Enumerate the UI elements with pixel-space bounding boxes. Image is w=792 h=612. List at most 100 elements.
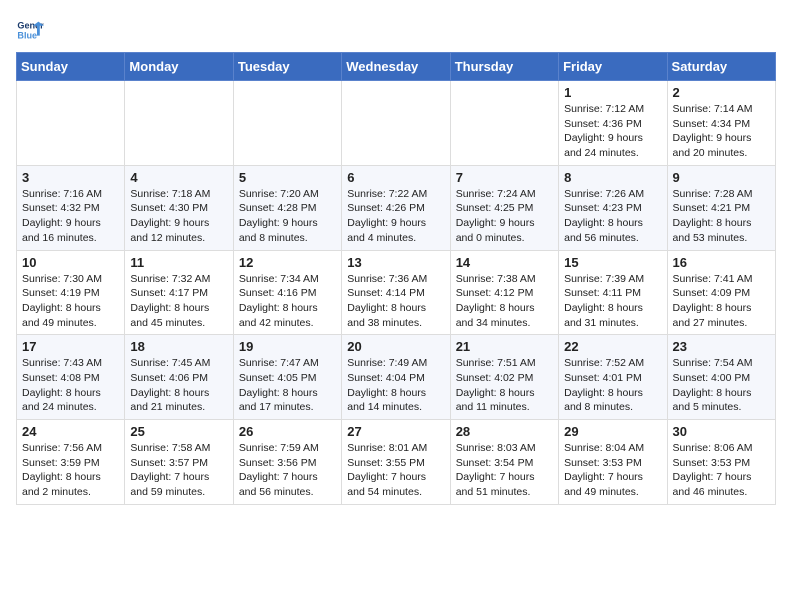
day-detail: Sunrise: 7:52 AM Sunset: 4:01 PM Dayligh… bbox=[564, 356, 661, 415]
day-number: 18 bbox=[130, 339, 227, 354]
day-number: 22 bbox=[564, 339, 661, 354]
calendar-cell: 11 Sunrise: 7:32 AM Sunset: 4:17 PM Dayli… bbox=[125, 250, 233, 335]
day-number: 19 bbox=[239, 339, 336, 354]
calendar-cell: 21 Sunrise: 7:51 AM Sunset: 4:02 PM Dayli… bbox=[450, 335, 558, 420]
day-number: 15 bbox=[564, 255, 661, 270]
calendar-cell: 7 Sunrise: 7:24 AM Sunset: 4:25 PM Daylig… bbox=[450, 165, 558, 250]
calendar-cell: 25 Sunrise: 7:58 AM Sunset: 3:57 PM Dayli… bbox=[125, 420, 233, 505]
calendar-week-row: 24Sunrise: 7:56 AM Sunset: 3:59 PM Dayli… bbox=[17, 420, 776, 505]
day-number: 20 bbox=[347, 339, 444, 354]
day-of-week-header: Monday bbox=[125, 53, 233, 81]
day-number: 6 bbox=[347, 170, 444, 185]
calendar-cell bbox=[17, 81, 125, 166]
calendar-cell: 28 Sunrise: 8:03 AM Sunset: 3:54 PM Dayli… bbox=[450, 420, 558, 505]
day-detail: Sunrise: 7:18 AM Sunset: 4:30 PM Dayligh… bbox=[130, 187, 227, 246]
calendar-header-row: SundayMondayTuesdayWednesdayThursdayFrid… bbox=[17, 53, 776, 81]
day-number: 27 bbox=[347, 424, 444, 439]
calendar-cell: 27 Sunrise: 8:01 AM Sunset: 3:55 PM Dayli… bbox=[342, 420, 450, 505]
day-detail: Sunrise: 7:39 AM Sunset: 4:11 PM Dayligh… bbox=[564, 272, 661, 331]
logo-icon: General Blue bbox=[16, 16, 44, 44]
day-detail: Sunrise: 8:01 AM Sunset: 3:55 PM Dayligh… bbox=[347, 441, 444, 500]
day-detail: Sunrise: 7:24 AM Sunset: 4:25 PM Dayligh… bbox=[456, 187, 553, 246]
calendar-cell: 13Sunrise: 7:36 AM Sunset: 4:14 PM Dayli… bbox=[342, 250, 450, 335]
day-of-week-header: Sunday bbox=[17, 53, 125, 81]
calendar-cell: 20 Sunrise: 7:49 AM Sunset: 4:04 PM Dayli… bbox=[342, 335, 450, 420]
day-number: 29 bbox=[564, 424, 661, 439]
day-of-week-header: Wednesday bbox=[342, 53, 450, 81]
calendar-cell: 4 Sunrise: 7:18 AM Sunset: 4:30 PM Daylig… bbox=[125, 165, 233, 250]
calendar-cell bbox=[342, 81, 450, 166]
day-number: 3 bbox=[22, 170, 119, 185]
day-detail: Sunrise: 7:47 AM Sunset: 4:05 PM Dayligh… bbox=[239, 356, 336, 415]
day-number: 23 bbox=[673, 339, 770, 354]
day-number: 16 bbox=[673, 255, 770, 270]
calendar-cell: 17 Sunrise: 7:43 AM Sunset: 4:08 PM Dayli… bbox=[17, 335, 125, 420]
day-detail: Sunrise: 7:38 AM Sunset: 4:12 PM Dayligh… bbox=[456, 272, 553, 331]
day-number: 7 bbox=[456, 170, 553, 185]
day-number: 12 bbox=[239, 255, 336, 270]
calendar-cell bbox=[450, 81, 558, 166]
day-number: 26 bbox=[239, 424, 336, 439]
day-detail: Sunrise: 7:22 AM Sunset: 4:26 PM Dayligh… bbox=[347, 187, 444, 246]
day-of-week-header: Saturday bbox=[667, 53, 775, 81]
calendar-cell: 24Sunrise: 7:56 AM Sunset: 3:59 PM Dayli… bbox=[17, 420, 125, 505]
day-detail: Sunrise: 7:12 AM Sunset: 4:36 PM Dayligh… bbox=[564, 102, 661, 161]
calendar-cell: 23 Sunrise: 7:54 AM Sunset: 4:00 PM Dayli… bbox=[667, 335, 775, 420]
day-number: 2 bbox=[673, 85, 770, 100]
day-detail: Sunrise: 7:41 AM Sunset: 4:09 PM Dayligh… bbox=[673, 272, 770, 331]
day-number: 10 bbox=[22, 255, 119, 270]
calendar-cell: 30 Sunrise: 8:06 AM Sunset: 3:53 PM Dayli… bbox=[667, 420, 775, 505]
day-detail: Sunrise: 7:34 AM Sunset: 4:16 PM Dayligh… bbox=[239, 272, 336, 331]
page-header: General Blue bbox=[16, 16, 776, 44]
calendar-week-row: 17 Sunrise: 7:43 AM Sunset: 4:08 PM Dayli… bbox=[17, 335, 776, 420]
svg-text:Blue: Blue bbox=[17, 30, 37, 40]
day-of-week-header: Thursday bbox=[450, 53, 558, 81]
calendar-cell: 18Sunrise: 7:45 AM Sunset: 4:06 PM Dayli… bbox=[125, 335, 233, 420]
calendar-cell: 5Sunrise: 7:20 AM Sunset: 4:28 PM Daylig… bbox=[233, 165, 341, 250]
calendar-cell: 22 Sunrise: 7:52 AM Sunset: 4:01 PM Dayli… bbox=[559, 335, 667, 420]
day-number: 21 bbox=[456, 339, 553, 354]
day-number: 4 bbox=[130, 170, 227, 185]
calendar-cell: 2Sunrise: 7:14 AM Sunset: 4:34 PM Daylig… bbox=[667, 81, 775, 166]
day-number: 25 bbox=[130, 424, 227, 439]
day-number: 11 bbox=[130, 255, 227, 270]
calendar-table: SundayMondayTuesdayWednesdayThursdayFrid… bbox=[16, 52, 776, 505]
day-detail: Sunrise: 7:32 AM Sunset: 4:17 PM Dayligh… bbox=[130, 272, 227, 331]
calendar-cell bbox=[233, 81, 341, 166]
day-detail: Sunrise: 7:59 AM Sunset: 3:56 PM Dayligh… bbox=[239, 441, 336, 500]
day-detail: Sunrise: 7:16 AM Sunset: 4:32 PM Dayligh… bbox=[22, 187, 119, 246]
logo: General Blue bbox=[16, 16, 44, 44]
calendar-cell: 1 Sunrise: 7:12 AM Sunset: 4:36 PM Daylig… bbox=[559, 81, 667, 166]
day-detail: Sunrise: 8:03 AM Sunset: 3:54 PM Dayligh… bbox=[456, 441, 553, 500]
calendar-cell: 10 Sunrise: 7:30 AM Sunset: 4:19 PM Dayli… bbox=[17, 250, 125, 335]
calendar-cell: 26 Sunrise: 7:59 AM Sunset: 3:56 PM Dayli… bbox=[233, 420, 341, 505]
calendar-cell: 6 Sunrise: 7:22 AM Sunset: 4:26 PM Daylig… bbox=[342, 165, 450, 250]
day-of-week-header: Tuesday bbox=[233, 53, 341, 81]
calendar-week-row: 1 Sunrise: 7:12 AM Sunset: 4:36 PM Daylig… bbox=[17, 81, 776, 166]
calendar-cell: 15 Sunrise: 7:39 AM Sunset: 4:11 PM Dayli… bbox=[559, 250, 667, 335]
day-detail: Sunrise: 7:49 AM Sunset: 4:04 PM Dayligh… bbox=[347, 356, 444, 415]
calendar-cell: 16 Sunrise: 7:41 AM Sunset: 4:09 PM Dayli… bbox=[667, 250, 775, 335]
day-detail: Sunrise: 8:04 AM Sunset: 3:53 PM Dayligh… bbox=[564, 441, 661, 500]
day-number: 1 bbox=[564, 85, 661, 100]
day-detail: Sunrise: 7:51 AM Sunset: 4:02 PM Dayligh… bbox=[456, 356, 553, 415]
day-of-week-header: Friday bbox=[559, 53, 667, 81]
calendar-week-row: 10 Sunrise: 7:30 AM Sunset: 4:19 PM Dayli… bbox=[17, 250, 776, 335]
day-number: 17 bbox=[22, 339, 119, 354]
calendar-cell: 12 Sunrise: 7:34 AM Sunset: 4:16 PM Dayli… bbox=[233, 250, 341, 335]
day-number: 28 bbox=[456, 424, 553, 439]
calendar-cell: 3 Sunrise: 7:16 AM Sunset: 4:32 PM Daylig… bbox=[17, 165, 125, 250]
day-detail: Sunrise: 7:56 AM Sunset: 3:59 PM Dayligh… bbox=[22, 441, 119, 500]
day-number: 8 bbox=[564, 170, 661, 185]
day-number: 5 bbox=[239, 170, 336, 185]
day-number: 14 bbox=[456, 255, 553, 270]
day-detail: Sunrise: 7:30 AM Sunset: 4:19 PM Dayligh… bbox=[22, 272, 119, 331]
calendar-cell bbox=[125, 81, 233, 166]
day-detail: Sunrise: 7:26 AM Sunset: 4:23 PM Dayligh… bbox=[564, 187, 661, 246]
day-detail: Sunrise: 8:06 AM Sunset: 3:53 PM Dayligh… bbox=[673, 441, 770, 500]
day-number: 30 bbox=[673, 424, 770, 439]
day-detail: Sunrise: 7:54 AM Sunset: 4:00 PM Dayligh… bbox=[673, 356, 770, 415]
day-detail: Sunrise: 7:43 AM Sunset: 4:08 PM Dayligh… bbox=[22, 356, 119, 415]
day-detail: Sunrise: 7:58 AM Sunset: 3:57 PM Dayligh… bbox=[130, 441, 227, 500]
calendar-cell: 19 Sunrise: 7:47 AM Sunset: 4:05 PM Dayli… bbox=[233, 335, 341, 420]
